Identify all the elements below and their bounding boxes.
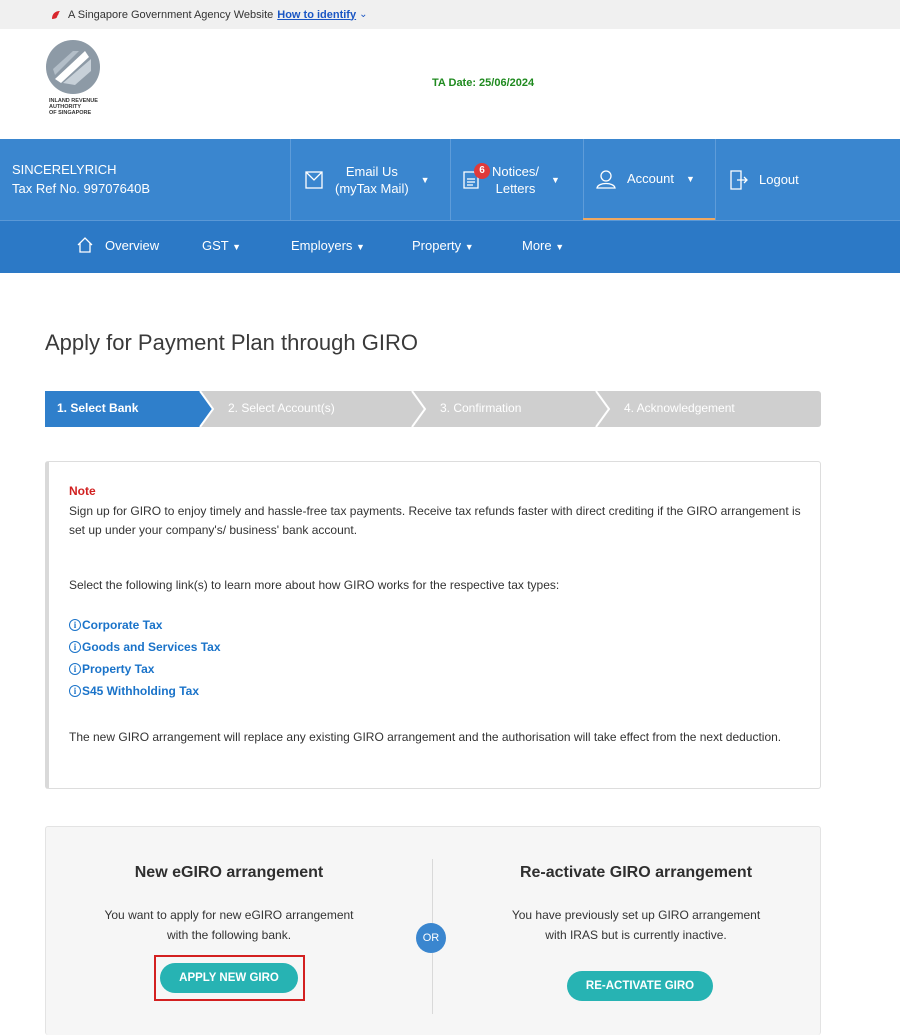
secondary-navigation: Overview GST ▼ Employers ▼ Property ▼ Mo…	[0, 220, 900, 273]
nav-overview[interactable]: Overview	[105, 238, 159, 253]
nav-property[interactable]: Property ▼	[412, 238, 474, 253]
or-separator: OR	[416, 923, 446, 953]
ta-date: TA Date: 25/06/2024	[432, 77, 535, 89]
link-corporate-tax[interactable]: i Corporate Tax	[69, 618, 162, 632]
logo-text: INLAND REVENUE AUTHORITY OF SINGAPORE	[49, 98, 98, 116]
nav-gst[interactable]: GST ▼	[202, 238, 241, 253]
user-icon	[596, 169, 616, 189]
new-egiro-title: New eGIRO arrangement	[134, 864, 324, 881]
gov-banner-text: A Singapore Government Agency Website	[68, 8, 274, 21]
link-property-tax[interactable]: i Property Tax	[69, 662, 154, 676]
highlight-box	[154, 955, 305, 1001]
info-icon: i	[69, 619, 81, 631]
note-box: Note Sign up for GIRO to enjoy timely an…	[45, 461, 821, 789]
link-s45-withholding-tax[interactable]: i S45 Withholding Tax	[69, 684, 199, 698]
user-info: SINCERELYRICH Tax Ref No. 99707640B	[12, 160, 150, 198]
nav-separator	[450, 139, 451, 220]
logout-icon	[730, 169, 748, 190]
caret-down-icon: ▼	[420, 174, 430, 185]
chevron-down-icon[interactable]: ⌄	[359, 9, 367, 20]
note-paragraph-1: Sign up for GIRO to enjoy timely and has…	[69, 504, 801, 537]
progress-stepper: 1. Select Bank 2. Select Account(s) 3. C…	[45, 391, 821, 427]
logo-header: INLAND REVENUE AUTHORITY OF SINGAPORE TA…	[0, 29, 900, 139]
step-1-active: 1. Select Bank	[57, 401, 139, 415]
page-title: Apply for Payment Plan through GIRO	[45, 330, 418, 355]
caret-down-icon: ▼	[685, 173, 695, 184]
reactivate-giro-title: Re-activate GIRO arrangement	[519, 864, 753, 881]
reactivate-giro-description: You have previously set up GIRO arrangem…	[511, 908, 761, 942]
email-us-nav[interactable]: Email Us (myTax Mail) ▼	[303, 139, 443, 220]
info-icon: i	[69, 641, 81, 653]
tax-ref: Tax Ref No. 99707640B	[12, 181, 151, 196]
caret-down-icon: ▼	[550, 174, 560, 185]
nav-employers[interactable]: Employers ▼	[291, 238, 365, 253]
info-icon: i	[69, 663, 81, 675]
new-egiro-description: You want to apply for new eGIRO arrangem…	[104, 908, 354, 942]
iras-logo[interactable]: INLAND REVENUE AUTHORITY OF SINGAPORE	[45, 39, 155, 116]
account-nav[interactable]: Account ▼	[583, 139, 715, 220]
reactivate-giro-button[interactable]: RE-ACTIVATE GIRO	[567, 971, 713, 1001]
top-navigation: SINCERELYRICH Tax Ref No. 99707640B Emai…	[0, 139, 900, 220]
nav-separator	[715, 139, 716, 220]
link-goods-and-services-tax[interactable]: i Goods and Services Tax	[69, 640, 221, 654]
nav-separator	[290, 139, 291, 220]
step-4: 4. Acknowledgement	[624, 401, 735, 415]
giro-options-panel: New eGIRO arrangement You want to apply …	[45, 826, 821, 1035]
nav-more[interactable]: More ▼	[522, 238, 564, 253]
notices-letters-nav[interactable]: Notices/ Letters ▼	[460, 139, 580, 220]
mail-icon	[305, 170, 323, 189]
gov-banner: A Singapore Government Agency Website Ho…	[0, 0, 900, 29]
how-to-identify-link[interactable]: How to identify	[277, 9, 356, 21]
note-paragraph-2: Select the following link(s) to learn mo…	[69, 578, 560, 592]
note-paragraph-3: The new GIRO arrangement will replace an…	[69, 730, 782, 744]
step-2: 2. Select Account(s)	[228, 401, 335, 415]
info-icon: i	[69, 685, 81, 697]
iras-logo-emblem-icon	[46, 40, 100, 94]
user-name: SINCERELYRICH	[12, 162, 117, 177]
logout-nav[interactable]: Logout	[727, 139, 827, 220]
singapore-lion-icon	[52, 10, 60, 19]
notices-count-badge: 6	[474, 163, 490, 179]
home-icon[interactable]	[76, 236, 94, 254]
note-title: Note	[69, 484, 96, 498]
step-3: 3. Confirmation	[440, 401, 522, 415]
